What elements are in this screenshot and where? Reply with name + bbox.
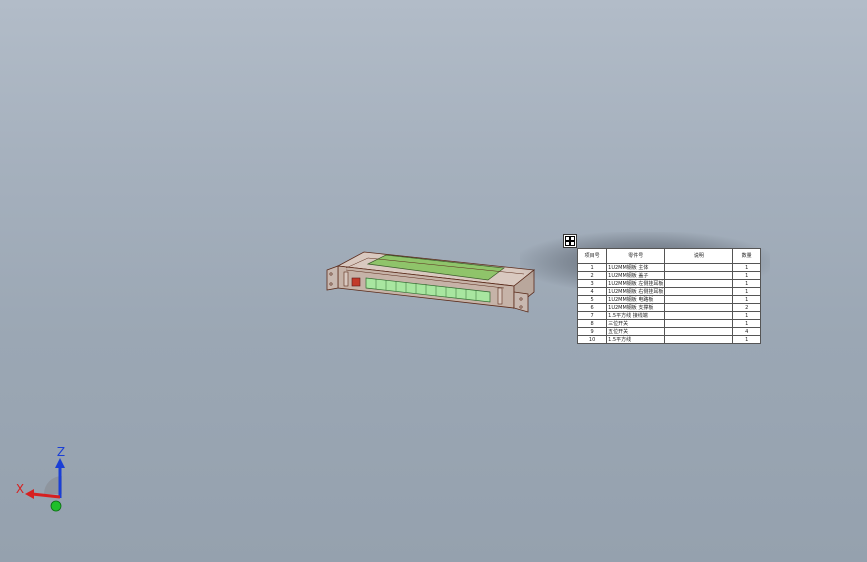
bom-cell-part-no: 三位开关 <box>606 319 666 328</box>
bom-cell-item-no: 7 <box>576 311 608 320</box>
bom-cell-qty: 1 <box>732 295 761 304</box>
bom-row[interactable]: 3 1U2MM钢板 左侧挂耳板 1 <box>576 279 761 288</box>
move-arrows-icon-glyph <box>565 236 575 246</box>
bom-cell-item-no: 5 <box>576 295 608 304</box>
bom-cell-item-no: 3 <box>576 279 608 288</box>
z-axis-label: Z <box>57 445 65 459</box>
bom-cell-description <box>664 303 734 312</box>
bom-cell-part-no: 1U2MM钢板 右侧挂耳板 <box>606 287 666 296</box>
bom-header-row: 项目号 零件号 说明 数量 <box>576 248 761 264</box>
bom-cell-part-no: 1U2MM钢板 盖子 <box>606 271 666 280</box>
bom-cell-description <box>664 327 734 336</box>
rack-enclosure-model[interactable] <box>324 244 539 322</box>
bom-cell-qty: 1 <box>732 335 761 344</box>
bom-cell-part-no: 1U2MM钢板 支撑板 <box>606 303 666 312</box>
bom-cell-description <box>664 279 734 288</box>
bom-cell-description <box>664 263 734 272</box>
bom-cell-part-no: 1U2MM钢板 电路板 <box>606 295 666 304</box>
reference-triad: Z X <box>16 445 65 512</box>
bom-cell-part-no: 五位开关 <box>606 327 666 336</box>
bom-cell-qty: 2 <box>732 303 761 312</box>
bom-header-qty: 数量 <box>732 248 761 264</box>
bom-cell-part-no: 1.5平方线 接线端 <box>606 311 666 320</box>
bom-cell-description <box>664 311 734 320</box>
bom-header-item-no: 项目号 <box>576 248 608 264</box>
bom-header-description: 说明 <box>664 248 734 264</box>
bom-cell-part-no: 1U2MM钢板 主体 <box>606 263 666 272</box>
bom-row[interactable]: 5 1U2MM钢板 电路板 1 <box>576 295 761 304</box>
bom-row[interactable]: 9 五位开关 4 <box>576 327 761 336</box>
bill-of-materials-table[interactable]: 项目号 零件号 说明 数量 1 1U2MM钢板 主体 1 2 1U2MM钢板 盖子 1 3 1… <box>576 248 761 344</box>
bom-cell-part-no: 1.5平方线 <box>606 335 666 344</box>
x-axis-label: X <box>16 482 24 496</box>
bom-cell-qty: 1 <box>732 287 761 296</box>
bom-cell-qty: 1 <box>732 311 761 320</box>
bom-cell-description <box>664 319 734 328</box>
bom-row[interactable]: 1 1U2MM钢板 主体 1 <box>576 263 761 272</box>
bom-cell-item-no: 1 <box>576 263 608 272</box>
graphics-viewport[interactable]: 项目号 零件号 说明 数量 1 1U2MM钢板 主体 1 2 1U2MM钢板 盖子 1 3 1… <box>0 0 867 562</box>
bom-row[interactable]: 6 1U2MM钢板 支撑板 2 <box>576 303 761 312</box>
bom-row[interactable]: 4 1U2MM钢板 右侧挂耳板 1 <box>576 287 761 296</box>
bom-cell-part-no: 1U2MM钢板 左侧挂耳板 <box>606 279 666 288</box>
bom-row[interactable]: 7 1.5平方线 接线端 1 <box>576 311 761 320</box>
bom-row[interactable]: 8 三位开关 1 <box>576 319 761 328</box>
y-axis-indicator <box>50 500 62 512</box>
bom-row[interactable]: 10 1.5平方线 1 <box>576 335 761 344</box>
bom-cell-qty: 1 <box>732 319 761 328</box>
bom-cell-item-no: 8 <box>576 319 608 328</box>
bom-cell-description <box>664 295 734 304</box>
move-arrows-icon[interactable] <box>563 234 577 248</box>
bom-cell-item-no: 2 <box>576 271 608 280</box>
bom-row[interactable]: 2 1U2MM钢板 盖子 1 <box>576 271 761 280</box>
bom-cell-item-no: 4 <box>576 287 608 296</box>
bom-cell-item-no: 9 <box>576 327 608 336</box>
bom-cell-description <box>664 335 734 344</box>
bom-header-part-no: 零件号 <box>606 248 666 264</box>
bom-cell-item-no: 10 <box>576 335 608 344</box>
bom-cell-qty: 1 <box>732 271 761 280</box>
bom-cell-qty: 1 <box>732 263 761 272</box>
bom-cell-qty: 4 <box>732 327 761 336</box>
bom-cell-qty: 1 <box>732 279 761 288</box>
bom-cell-item-no: 6 <box>576 303 608 312</box>
bom-cell-description <box>664 287 734 296</box>
bom-cell-description <box>664 271 734 280</box>
